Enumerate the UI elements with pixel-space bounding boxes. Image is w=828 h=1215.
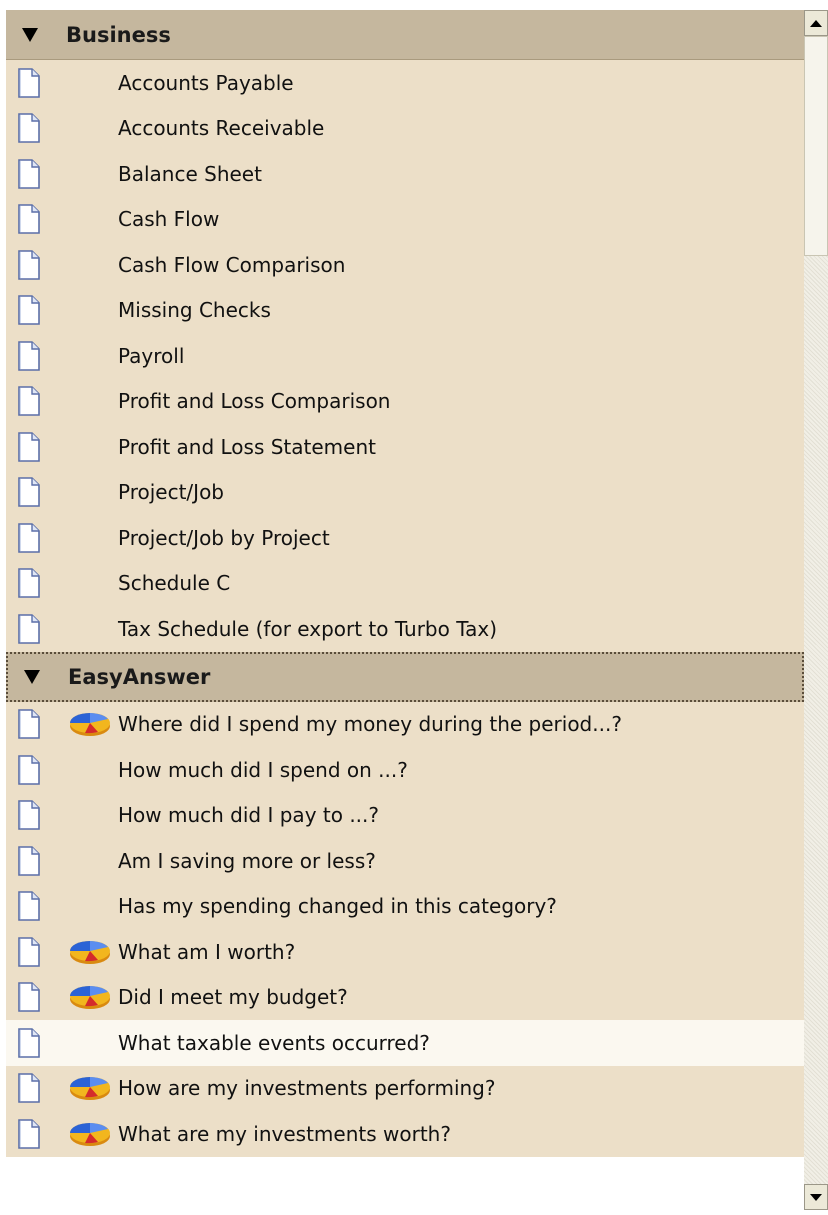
pie-chart-icon (68, 1120, 112, 1148)
list-item-label: Schedule C (118, 571, 231, 596)
list-item[interactable]: Profit and Loss Comparison (6, 378, 804, 424)
list-item[interactable]: Tax Schedule (for export to Turbo Tax) (6, 606, 804, 652)
list-item-label: Accounts Receivable (118, 116, 325, 141)
document-icon (17, 295, 41, 326)
list-item[interactable]: What am I worth? (6, 929, 804, 975)
pie-chart-icon (68, 1074, 112, 1102)
section-title: Business (66, 22, 171, 47)
list-item-label: Did I meet my budget? (118, 985, 348, 1010)
list-item-label: Profit and Loss Comparison (118, 389, 391, 414)
list-item[interactable]: What taxable events occurred? (6, 1020, 804, 1066)
document-icon (17, 936, 41, 967)
list-item[interactable]: Profit and Loss Statement (6, 424, 804, 470)
list-item-label: Missing Checks (118, 298, 271, 323)
document-icon (17, 568, 41, 599)
list-item[interactable]: Balance Sheet (6, 151, 804, 197)
document-icon (17, 67, 41, 98)
list-item-label: Balance Sheet (118, 161, 262, 186)
list-item[interactable]: Schedule C (6, 560, 804, 606)
report-list: Business Accounts Payable Accounts Receiva… (6, 10, 804, 1210)
list-item-label: Tax Schedule (for export to Turbo Tax) (118, 616, 498, 641)
arrow-up-icon (810, 19, 822, 27)
list-item-label: What am I worth? (118, 939, 296, 964)
document-icon (17, 340, 41, 371)
scroll-thumb[interactable] (804, 36, 828, 256)
triangle-down-icon[interactable] (24, 669, 40, 684)
section-header-easyanswer[interactable]: EasyAnswer (6, 651, 804, 702)
document-icon (17, 613, 41, 644)
list-item-label: How are my investments performing? (118, 1076, 496, 1101)
list-item-label: What are my investments worth? (118, 1121, 451, 1146)
section-header-business[interactable]: Business (6, 10, 804, 60)
list-item[interactable]: Has my spending changed in this category… (6, 883, 804, 929)
list-item[interactable]: Did I meet my budget? (6, 974, 804, 1020)
document-icon (17, 386, 41, 417)
document-icon (17, 800, 41, 831)
list-item-label: Accounts Payable (118, 70, 294, 95)
list-item[interactable]: How much did I spend on ...? (6, 747, 804, 793)
list-item-label: What taxable events occurred? (118, 1030, 430, 1055)
list-item[interactable]: Cash Flow (6, 196, 804, 242)
document-icon (17, 522, 41, 553)
scroll-down-button[interactable] (804, 1184, 828, 1210)
triangle-down-icon[interactable] (22, 27, 38, 42)
list-item[interactable]: Project/Job by Project (6, 515, 804, 561)
list-item-label: How much did I spend on ...? (118, 757, 408, 782)
pie-chart-icon (68, 983, 112, 1011)
report-list-window: Business Accounts Payable Accounts Receiva… (0, 0, 828, 1215)
list-item[interactable]: Where did I spend my money during the pe… (6, 701, 804, 747)
scroll-up-button[interactable] (804, 10, 828, 36)
list-item[interactable]: How are my investments performing? (6, 1065, 804, 1111)
list-item-label: Payroll (118, 343, 185, 368)
document-icon (17, 477, 41, 508)
document-icon (17, 709, 41, 740)
list-item-label: Am I saving more or less? (118, 848, 376, 873)
pie-chart-icon (68, 710, 112, 738)
list-item[interactable]: Cash Flow Comparison (6, 242, 804, 288)
list-item[interactable]: Am I saving more or less? (6, 838, 804, 884)
pie-chart-icon (68, 938, 112, 966)
document-icon (17, 891, 41, 922)
document-icon (17, 1118, 41, 1149)
document-icon (17, 1073, 41, 1104)
document-icon (17, 113, 41, 144)
list-item[interactable]: How much did I pay to ...? (6, 792, 804, 838)
document-icon (17, 1027, 41, 1058)
list-item[interactable]: Accounts Payable (6, 60, 804, 106)
document-icon (17, 249, 41, 280)
document-icon (17, 845, 41, 876)
list-item[interactable]: Accounts Receivable (6, 105, 804, 151)
vertical-scrollbar[interactable] (804, 10, 828, 1210)
empty-list-area (6, 1156, 804, 1210)
list-item-label: Where did I spend my money during the pe… (118, 712, 622, 737)
list-item-label: Project/Job by Project (118, 525, 330, 550)
list-item[interactable]: Payroll (6, 333, 804, 379)
section-title: EasyAnswer (68, 664, 211, 689)
list-item-label: Cash Flow (118, 207, 220, 232)
list-item-label: Project/Job (118, 480, 224, 505)
list-item[interactable]: What are my investments worth? (6, 1111, 804, 1157)
list-item-label: How much did I pay to ...? (118, 803, 380, 828)
arrow-down-icon (810, 1193, 822, 1201)
document-icon (17, 754, 41, 785)
list-item-label: Profit and Loss Statement (118, 434, 376, 459)
list-item[interactable]: Project/Job (6, 469, 804, 515)
document-icon (17, 982, 41, 1013)
list-item-label: Has my spending changed in this category… (118, 894, 557, 919)
document-icon (17, 158, 41, 189)
document-icon (17, 204, 41, 235)
list-item[interactable]: Missing Checks (6, 287, 804, 333)
document-icon (17, 431, 41, 462)
list-item-label: Cash Flow Comparison (118, 252, 346, 277)
